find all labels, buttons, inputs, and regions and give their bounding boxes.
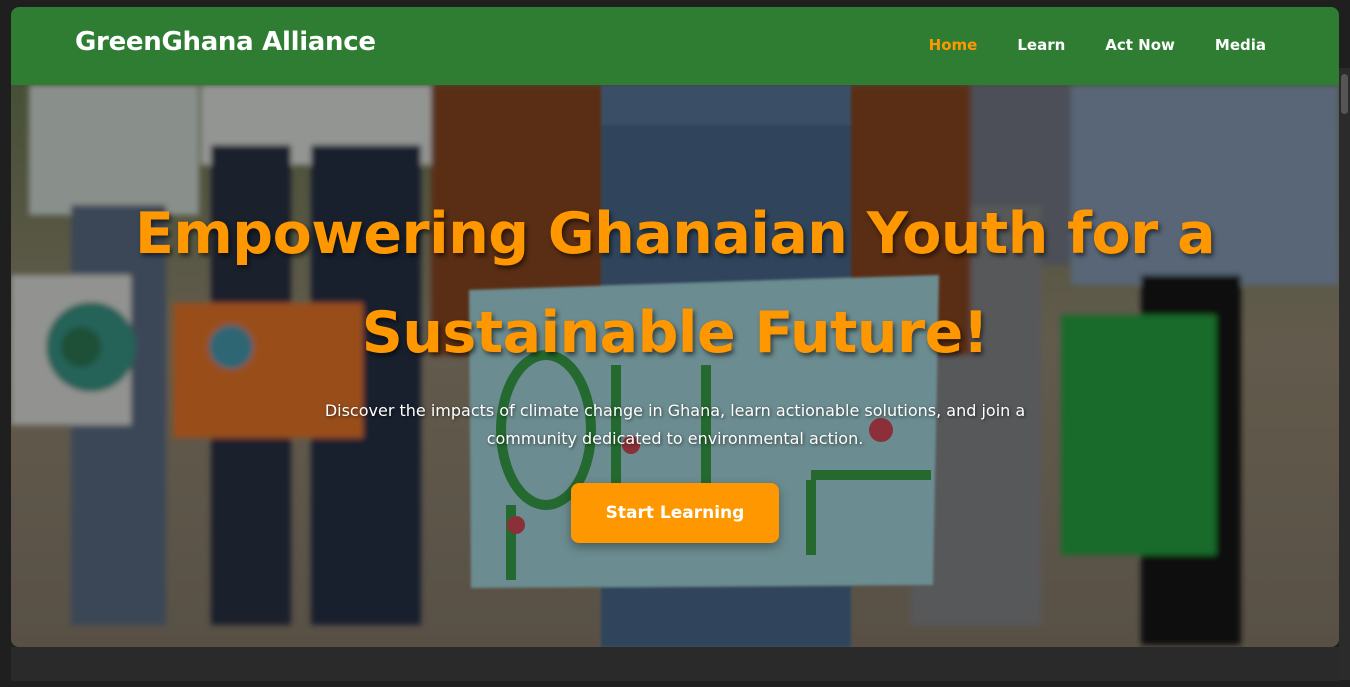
nav-media[interactable]: Media [1215,36,1266,54]
top-navbar: GreenGhana Alliance Home Learn Act Now M… [11,7,1339,85]
scrollbar-thumb[interactable] [1341,74,1348,114]
start-learning-button[interactable]: Start Learning [570,483,780,543]
nav-home[interactable]: Home [929,36,978,54]
nav-learn[interactable]: Learn [1017,36,1065,54]
hero-headline: Empowering Ghanaian Youth for a Sustaina… [134,201,1216,366]
nav-act-now[interactable]: Act Now [1105,36,1175,54]
brand-logo-text[interactable]: GreenGhana Alliance [75,27,376,57]
browser-viewport: GreenGhana Alliance Home Learn Act Now M… [11,7,1339,647]
page-scrollbar[interactable] [1339,68,1350,680]
hero-subtext: Discover the impacts of climate change i… [324,401,1026,448]
nav-links: Home Learn Act Now Media [929,36,1266,54]
hero-content: Empowering Ghanaian Youth for a Sustaina… [11,185,1339,543]
hero-section: Empowering Ghanaian Youth for a Sustaina… [11,85,1339,647]
next-section-edge [11,647,1339,681]
